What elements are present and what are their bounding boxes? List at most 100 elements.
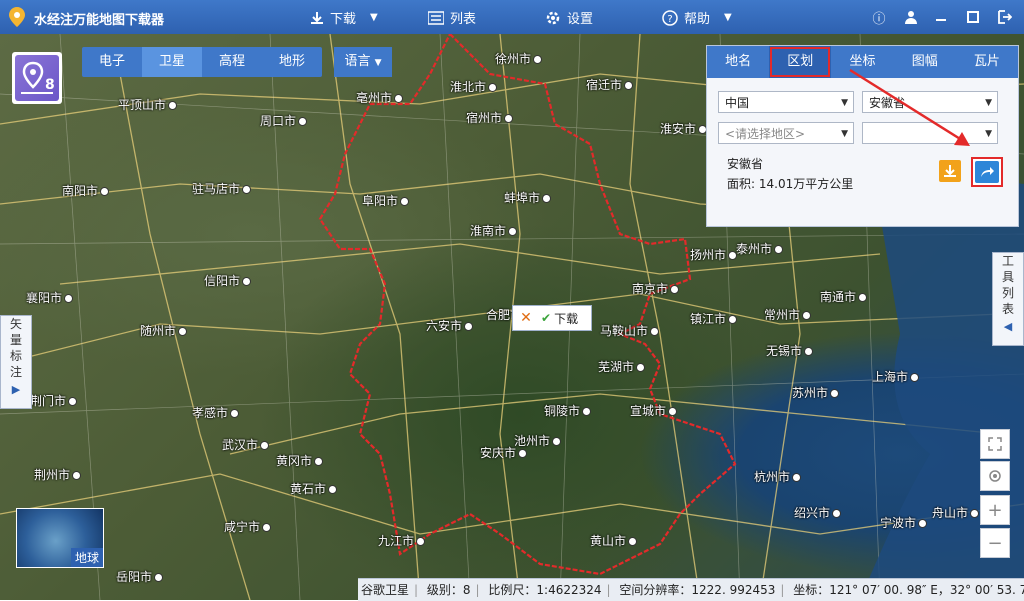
city-label: 淮南市	[470, 222, 517, 239]
city-label: 南阳市	[62, 182, 109, 199]
city-label: 宣城市	[630, 402, 677, 419]
svg-text:8: 8	[45, 77, 55, 93]
map-logo-button[interactable]: 8	[12, 52, 62, 104]
info-icon[interactable]: ⓘ	[868, 6, 890, 28]
annotation-arrow	[849, 68, 970, 146]
popup-download-button[interactable]: ✔ 下载	[541, 310, 578, 327]
cursor-coordinates: 坐标：121° 07′ 00. 98″ E，32° 00′ 53. 75″ N	[793, 583, 1024, 597]
city-label: 安庆市	[480, 444, 527, 461]
city-label: 武汉市	[222, 436, 269, 453]
region-placeholder: <请选择地区>	[725, 127, 806, 141]
menu-list[interactable]: 列表	[428, 8, 476, 27]
city-label: 南京市	[632, 280, 679, 297]
zoom-out-button[interactable]: −	[980, 528, 1010, 558]
menu-download[interactable]: 下载 ▼	[310, 8, 378, 27]
menu-settings-label: 设置	[567, 12, 594, 27]
city-label: 孝感市	[192, 404, 239, 421]
side-tab-char: 具	[1001, 270, 1014, 284]
city-label: 驻马店市	[192, 180, 251, 197]
city-label: 镇江市	[690, 310, 737, 327]
anhui-boundary	[318, 34, 737, 576]
svg-text:?: ?	[667, 14, 672, 25]
chevron-down-icon: ▼	[724, 12, 732, 23]
city-label: 黄冈市	[276, 452, 323, 469]
city-label: 平顶山市	[118, 96, 177, 113]
tab-electronic[interactable]: 电子	[82, 47, 142, 77]
menu-download-label: 下载	[330, 12, 357, 27]
tab-elevation[interactable]: 高程	[202, 47, 262, 77]
city-label: 扬州市	[690, 246, 737, 263]
city-label: 铜陵市	[544, 402, 591, 419]
tab-terrain[interactable]: 地形	[262, 47, 322, 77]
tab-admin-division[interactable]: 区划	[769, 46, 832, 78]
app-logo-icon	[9, 7, 25, 27]
side-tab-char: 列	[1001, 286, 1014, 300]
city-label: 黄山市	[590, 532, 637, 549]
chevron-down-icon: ▼	[985, 129, 992, 139]
popup-download-label: 下载	[554, 311, 579, 326]
chevron-down-icon: ▼	[374, 58, 382, 68]
vector-annotation-tab[interactable]: 矢 量 标 注 ▶	[0, 315, 32, 409]
side-tab-char: 表	[1001, 302, 1014, 316]
chevron-right-icon: ▶	[11, 383, 21, 396]
locate-button[interactable]	[980, 461, 1010, 491]
city-label: 泰州市	[736, 240, 783, 257]
globe-view-button[interactable]: 地球	[16, 508, 104, 568]
city-label: 六安市	[426, 317, 473, 334]
map-source: 谷歌卫星	[361, 583, 410, 597]
user-icon[interactable]	[900, 6, 922, 28]
city-label: 杭州市	[754, 468, 801, 485]
side-tab-char: 标	[9, 349, 22, 363]
city-label: 淮北市	[450, 78, 497, 95]
city-label: 岳阳市	[116, 568, 163, 585]
menu-list-label: 列表	[450, 12, 477, 27]
city-label: 无锡市	[766, 342, 813, 359]
tab-satellite[interactable]: 卫星	[142, 47, 202, 77]
zoom-level: 级别：8	[426, 583, 471, 597]
locate-region-button[interactable]	[971, 157, 1003, 187]
maximize-icon[interactable]	[962, 6, 984, 28]
city-label: 襄阳市	[26, 289, 73, 306]
city-label: 亳州市	[356, 89, 403, 106]
tab-place-name[interactable]: 地名	[707, 46, 769, 78]
side-tab-char: 矢	[9, 317, 22, 331]
cancel-icon[interactable]: ✕	[517, 309, 535, 327]
language-label: 语言	[344, 54, 371, 69]
help-icon: ?	[662, 9, 678, 26]
tool-list-tab[interactable]: 工 具 列 表 ◀	[992, 252, 1024, 346]
download-icon	[311, 11, 323, 24]
menu-help[interactable]: ? 帮助 ▼	[662, 8, 732, 27]
fullscreen-button[interactable]	[980, 429, 1010, 459]
city-label: 蚌埠市	[504, 189, 551, 206]
city-label: 淮安市	[660, 120, 707, 137]
exit-icon[interactable]	[994, 6, 1016, 28]
globe-label: 地球	[70, 548, 103, 567]
menu-settings[interactable]: 设置	[545, 8, 593, 27]
map-type-tabs: 电子 卫星 高程 地形	[82, 47, 322, 77]
menu-help-label: 帮助	[684, 12, 711, 27]
city-label: 上海市	[872, 368, 919, 385]
spatial-resolution: 空间分辨率：1222. 992453	[619, 583, 776, 597]
minus-icon: −	[987, 532, 1003, 554]
location-pin-icon: 8	[15, 55, 59, 101]
side-tab-char: 量	[9, 333, 22, 347]
chevron-down-icon: ▼	[985, 98, 992, 108]
city-label: 荆门市	[30, 392, 77, 409]
result-region-name: 安徽省	[727, 157, 764, 171]
share-arrow-icon	[975, 161, 999, 183]
result-area: 面积: 14.01万平方公里	[727, 177, 854, 191]
side-tab-char: 注	[9, 365, 22, 379]
fullscreen-icon	[988, 437, 1002, 451]
city-label: 宿州市	[466, 109, 513, 126]
city-label: 周口市	[260, 112, 307, 129]
minimize-icon[interactable]	[930, 6, 952, 28]
zoom-in-button[interactable]: +	[980, 495, 1010, 525]
city-label: 舟山市	[932, 504, 979, 521]
language-dropdown[interactable]: 语言 ▼	[334, 47, 392, 77]
download-region-button[interactable]	[939, 160, 961, 182]
side-tab-char: 工	[1001, 254, 1014, 268]
gear-icon	[546, 11, 560, 24]
map-scale: 比例尺：1:4622324	[488, 583, 602, 597]
city-label: 徐州市	[495, 50, 542, 67]
country-value: 中国	[725, 96, 750, 110]
